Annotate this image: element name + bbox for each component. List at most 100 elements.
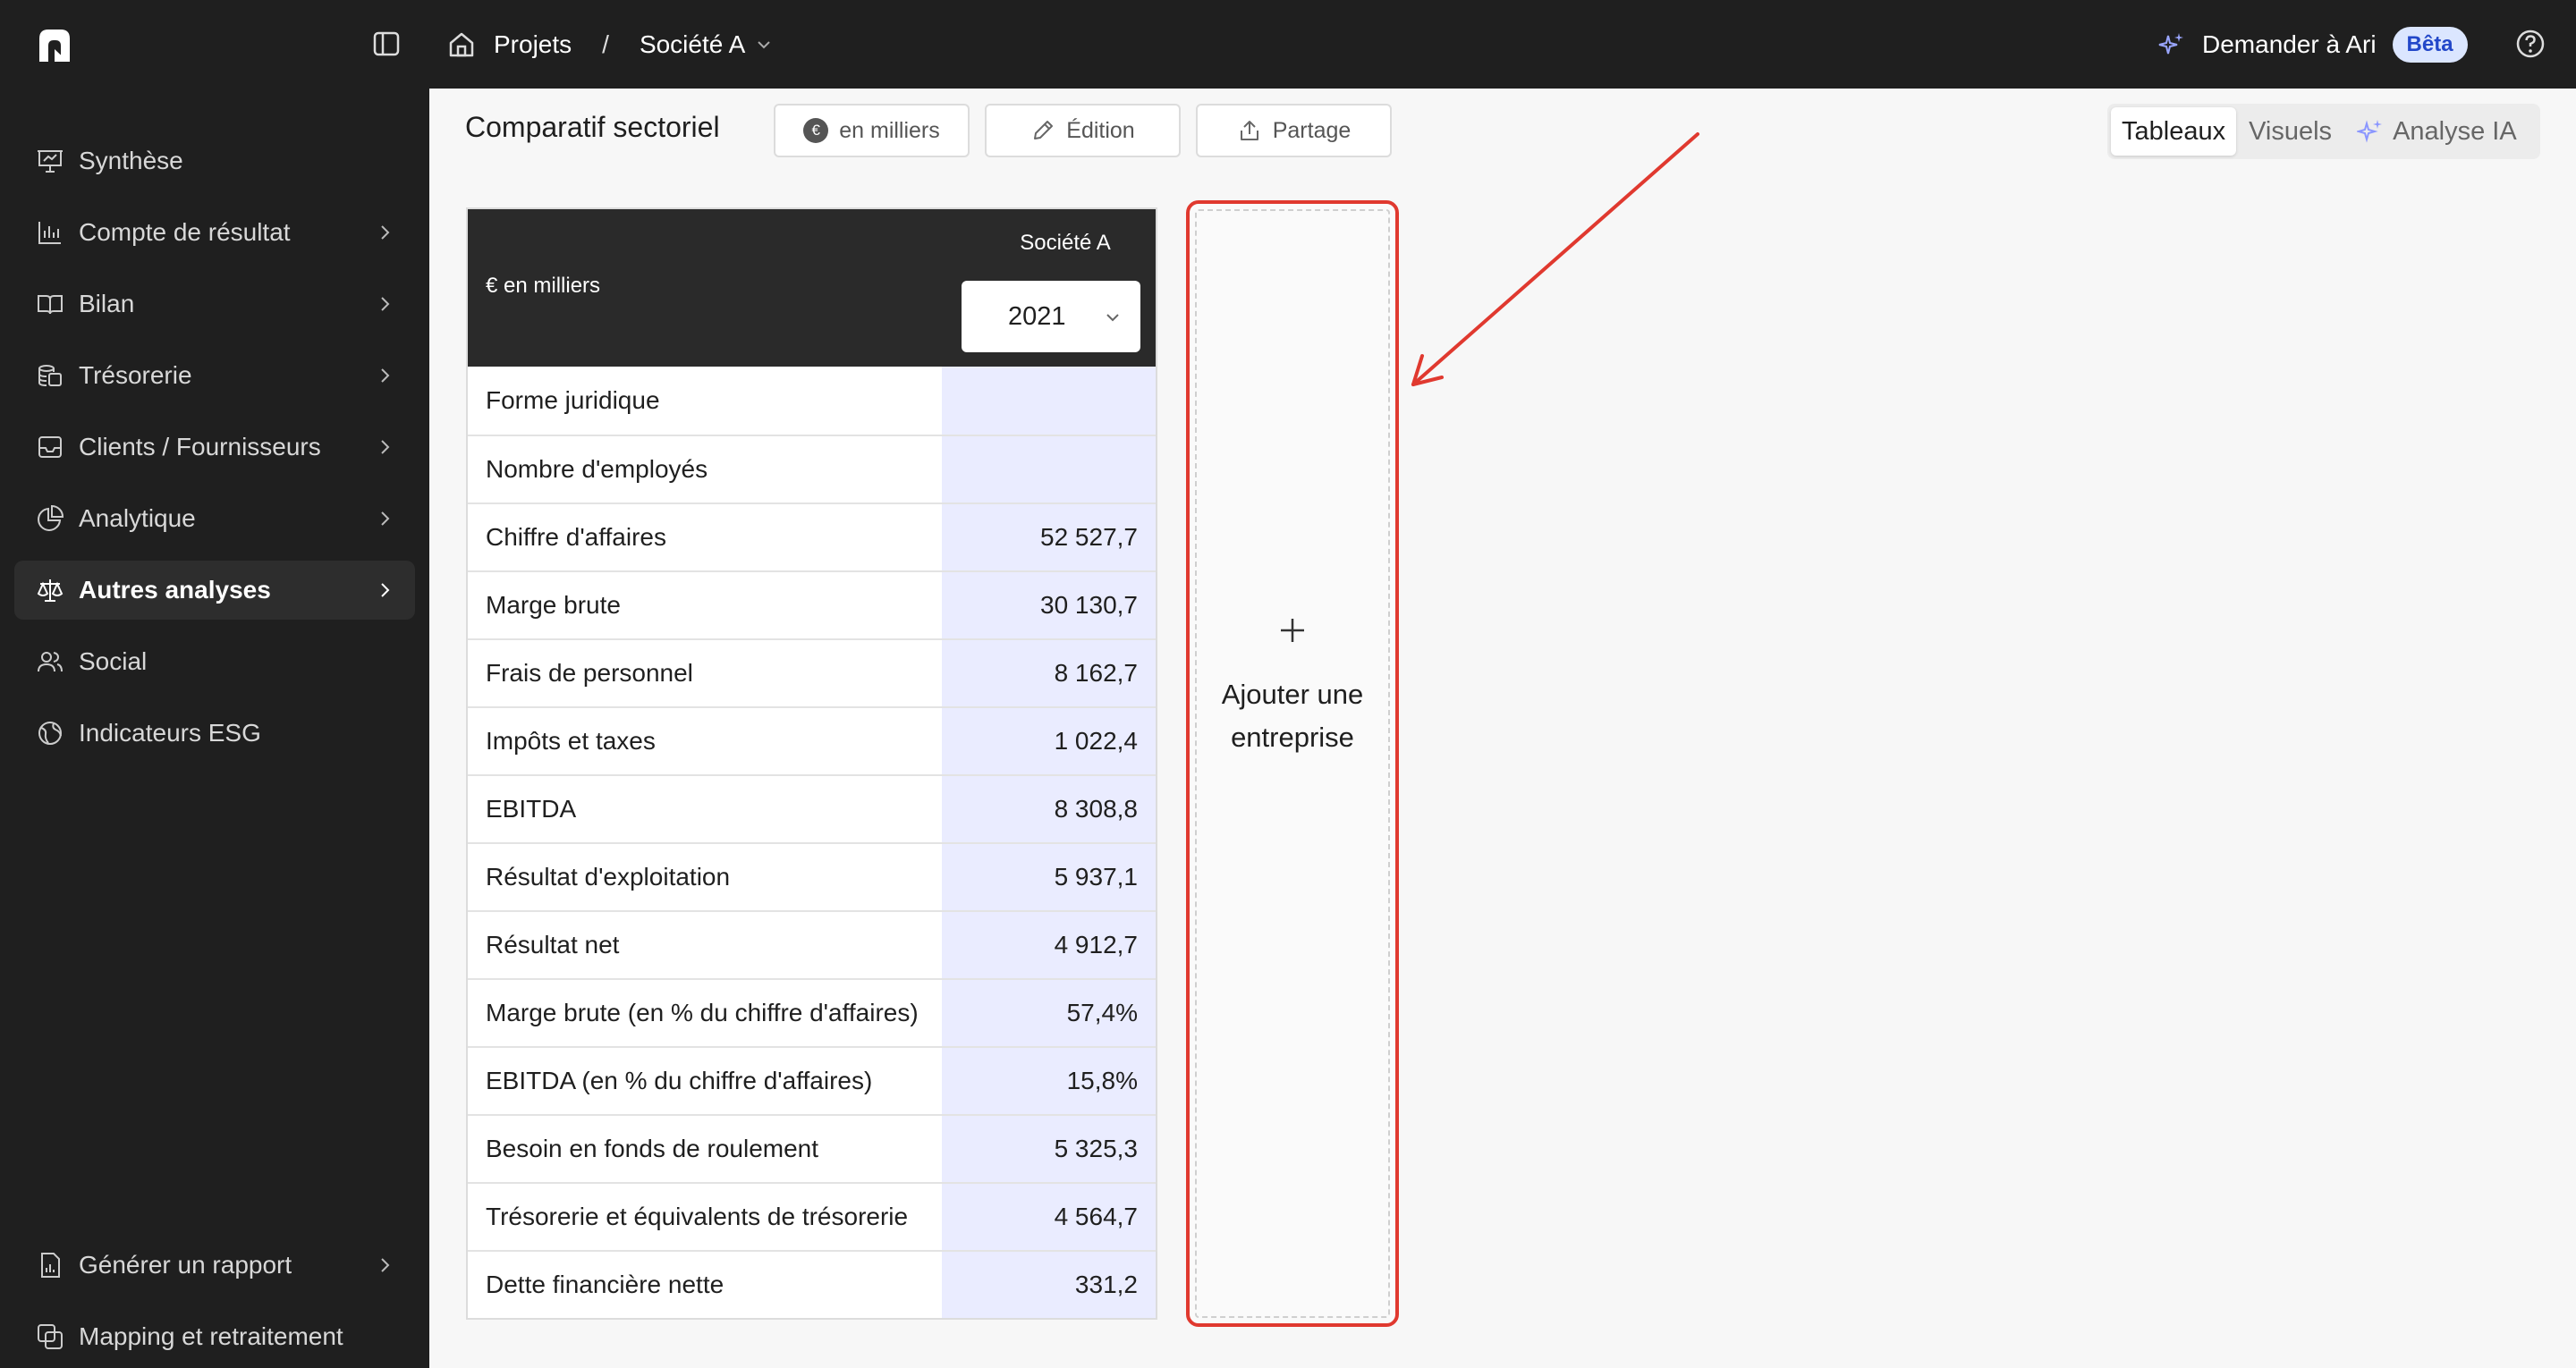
- page-title: Comparatif sectoriel: [465, 111, 720, 143]
- inbox-icon: [38, 436, 62, 458]
- app-logo[interactable]: [36, 26, 73, 63]
- sidebar-item-synthese[interactable]: Synthèse: [14, 131, 415, 190]
- row-label: Résultat d'exploitation: [468, 844, 942, 910]
- company-column-header: Société A: [1020, 231, 1111, 255]
- tab-analyse-ia[interactable]: Analyse IA: [2344, 107, 2529, 156]
- tab-visuels[interactable]: Visuels: [2236, 107, 2344, 156]
- row-label: Forme juridique: [468, 367, 942, 435]
- chevron-down-icon: [1106, 314, 1119, 322]
- view-tabs: Tableaux Visuels Analyse IA: [2107, 104, 2540, 159]
- sidebar-item-label: Mapping et retraitement: [79, 1322, 343, 1350]
- year-select-value: 2021: [1008, 301, 1066, 331]
- sidebar-item-generer-rapport[interactable]: Générer un rapport: [14, 1236, 415, 1295]
- globe-icon: [38, 722, 62, 745]
- share-label: Partage: [1272, 117, 1352, 143]
- row-value: [942, 436, 1156, 502]
- edit-button[interactable]: Édition: [985, 104, 1181, 157]
- help-icon[interactable]: [2515, 29, 2546, 59]
- row-value: 1 022,4: [942, 708, 1156, 774]
- row-label: Chiffre d'affaires: [468, 504, 942, 570]
- sidebar-item-autres-analyses[interactable]: Autres analyses: [14, 561, 415, 620]
- users-icon: [38, 652, 63, 672]
- share-button[interactable]: Partage: [1196, 104, 1392, 157]
- table-row: Chiffre d'affaires 52 527,7: [468, 502, 1156, 570]
- top-bar: Projets / Société A Demander à Ari Bêta: [0, 0, 2576, 89]
- mapping-icon: [38, 1324, 63, 1349]
- sidebar-item-label: Trésorerie: [79, 361, 192, 389]
- sidebar-item-label: Indicateurs ESG: [79, 719, 261, 747]
- sidebar-item-label: Compte de résultat: [79, 218, 291, 246]
- sidebar-item-social[interactable]: Social: [14, 632, 415, 691]
- breadcrumb-separator: /: [602, 30, 609, 58]
- sidebar-item-label: Clients / Fournisseurs: [79, 433, 321, 460]
- edit-label: Édition: [1066, 117, 1135, 143]
- breadcrumb-current-project[interactable]: Société A: [640, 30, 745, 59]
- breadcrumb: Projets / Société A: [447, 25, 774, 64]
- row-label: EBITDA: [468, 776, 942, 842]
- sidebar-item-compte-de-resultat[interactable]: Compte de résultat: [14, 203, 415, 262]
- chevron-down-icon[interactable]: [754, 35, 774, 55]
- add-company-label: Ajouter une entreprise: [1221, 679, 1364, 753]
- report-icon: [41, 1253, 60, 1278]
- sparkle-icon: [2357, 120, 2383, 143]
- sidebar-item-indicateurs-esg[interactable]: Indicateurs ESG: [14, 704, 415, 763]
- add-company-dropzone[interactable]: Ajouter une entreprise: [1195, 209, 1390, 1318]
- chevron-right-icon: [381, 368, 390, 383]
- chevron-right-icon: [381, 1258, 390, 1272]
- plus-icon: [1281, 619, 1304, 642]
- sidebar-item-analytique[interactable]: Analytique: [14, 489, 415, 548]
- table-row: Impôts et taxes 1 022,4: [468, 706, 1156, 774]
- table-row: Forme juridique: [468, 367, 1156, 435]
- currency-unit-label: en milliers: [839, 117, 940, 143]
- sidebar-item-bilan[interactable]: Bilan: [14, 274, 415, 334]
- sidebar-item-mapping[interactable]: Mapping et retraitement: [14, 1307, 415, 1366]
- unit-label: € en milliers: [486, 274, 601, 298]
- share-icon: [1240, 121, 1258, 140]
- table-body: Forme juridique Nombre d'employés Chiffre …: [468, 367, 1156, 1318]
- row-value: 4 564,7: [942, 1184, 1156, 1250]
- bar-chart-icon: [38, 222, 61, 244]
- row-label: EBITDA (en % du chiffre d'affaires): [468, 1048, 942, 1114]
- tab-tableaux[interactable]: Tableaux: [2111, 107, 2237, 156]
- sidebar-item-label: Bilan: [79, 290, 135, 317]
- table-row: Résultat net 4 912,7: [468, 910, 1156, 978]
- row-label: Trésorerie et équivalents de trésorerie: [468, 1184, 942, 1250]
- table-row: Résultat d'exploitation 5 937,1: [468, 842, 1156, 910]
- sidebar-item-clients-fournisseurs[interactable]: Clients / Fournisseurs: [14, 418, 415, 477]
- comparison-table: € en milliers Société A 2021 Forme jurid…: [466, 207, 1157, 1320]
- tab-analyse-ia-label: Analyse IA: [2393, 116, 2517, 146]
- breadcrumb-projects[interactable]: Projets: [494, 30, 572, 59]
- home-icon[interactable]: [447, 30, 476, 59]
- add-company-card[interactable]: Ajouter une entreprise: [1186, 200, 1399, 1327]
- chevron-right-icon: [381, 511, 390, 526]
- table-row: Marge brute (en % du chiffre d'affaires)…: [468, 978, 1156, 1046]
- pie-chart-icon: [38, 504, 64, 531]
- table-row: EBITDA 8 308,8: [468, 774, 1156, 842]
- scale-icon: [37, 579, 64, 602]
- row-label: Frais de personnel: [468, 640, 942, 706]
- ask-ari-label: Demander à Ari: [2202, 30, 2377, 58]
- row-label: Marge brute: [468, 572, 942, 638]
- row-label: Nombre d'employés: [468, 436, 942, 502]
- row-label: Impôts et taxes: [468, 708, 942, 774]
- row-value: 8 162,7: [942, 640, 1156, 706]
- row-value: 52 527,7: [942, 504, 1156, 570]
- sidebar-item-tresorerie[interactable]: Trésorerie: [14, 346, 415, 405]
- year-select[interactable]: 2021: [962, 281, 1140, 352]
- sidebar-item-label: Social: [79, 647, 148, 675]
- coins-icon: [38, 365, 62, 386]
- presentation-icon: [38, 150, 63, 173]
- sidebar-item-label: Analytique: [79, 504, 196, 532]
- ask-ari-button[interactable]: Demander à Ari Bêta: [2157, 23, 2468, 66]
- row-label: Résultat net: [468, 912, 942, 978]
- currency-unit-button[interactable]: € en milliers: [774, 104, 970, 157]
- row-value: 4 912,7: [942, 912, 1156, 978]
- chevron-right-icon: [381, 225, 390, 240]
- sidebar-toggle-icon[interactable]: [372, 30, 401, 58]
- annotation-arrow: [1411, 132, 1699, 386]
- euro-icon: €: [803, 118, 829, 143]
- table-row: Dette financière nette 331,2: [468, 1250, 1156, 1318]
- table-row: Besoin en fonds de roulement 5 325,3: [468, 1114, 1156, 1182]
- row-value: 30 130,7: [942, 572, 1156, 638]
- row-value: 15,8%: [942, 1048, 1156, 1114]
